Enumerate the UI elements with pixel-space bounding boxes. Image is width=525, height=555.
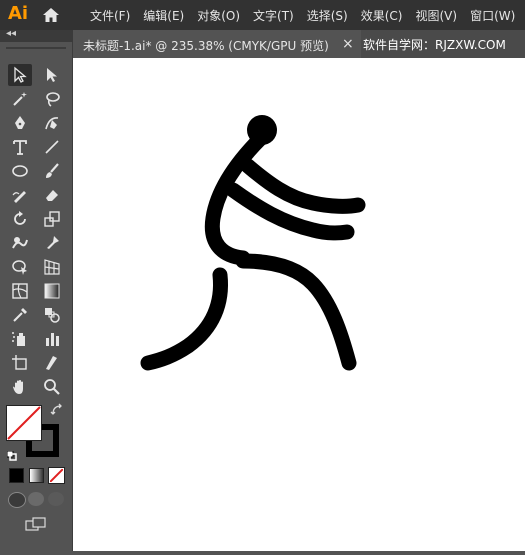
gradient-mode-button[interactable] bbox=[29, 468, 44, 483]
perspective-grid-icon[interactable] bbox=[40, 256, 64, 278]
artboard-canvas[interactable] bbox=[73, 58, 525, 551]
upper-arm-stroke bbox=[240, 158, 366, 214]
hand-icon[interactable] bbox=[8, 376, 32, 398]
app-logo: Ai bbox=[8, 3, 29, 24]
shaper-icon[interactable] bbox=[8, 184, 32, 206]
blend-icon[interactable] bbox=[40, 304, 64, 326]
shape-builder-icon[interactable] bbox=[8, 256, 32, 278]
slice-icon[interactable] bbox=[40, 352, 64, 374]
none-mode-button[interactable] bbox=[48, 467, 65, 484]
stick-figure-artwork[interactable] bbox=[73, 58, 525, 551]
gradient-icon[interactable] bbox=[40, 280, 64, 302]
symbol-sprayer-icon[interactable] bbox=[8, 328, 32, 350]
fill-swatch[interactable] bbox=[6, 405, 42, 441]
rotate-icon[interactable] bbox=[8, 208, 32, 230]
line-segment-icon[interactable] bbox=[40, 136, 64, 158]
draw-behind-icon[interactable] bbox=[28, 492, 44, 506]
menu-effect[interactable]: 效果(C) bbox=[361, 7, 403, 24]
ellipse-icon[interactable] bbox=[8, 160, 32, 182]
lasso-icon[interactable] bbox=[40, 88, 64, 110]
screen-mode-icon[interactable] bbox=[25, 516, 47, 531]
menu-object[interactable]: 对象(O) bbox=[197, 7, 240, 24]
document-tab[interactable]: 未标题-1.ai* @ 235.38% (CMYK/GPU 预览) × bbox=[73, 30, 361, 58]
leg-left-stroke bbox=[140, 267, 229, 371]
collapse-icon[interactable]: ◂◂ bbox=[6, 28, 16, 39]
toolbar-grip[interactable]: ◂◂ bbox=[0, 28, 73, 42]
eraser-icon[interactable] bbox=[40, 184, 64, 206]
close-icon[interactable]: × bbox=[342, 36, 354, 52]
head-shape bbox=[247, 115, 277, 145]
toolbar-divider bbox=[6, 47, 66, 49]
draw-inside-icon[interactable] bbox=[48, 492, 64, 506]
artboard-icon[interactable] bbox=[8, 352, 32, 374]
type-icon[interactable] bbox=[8, 136, 32, 158]
draw-normal-icon[interactable] bbox=[8, 492, 26, 508]
swap-fill-stroke-icon[interactable] bbox=[50, 403, 64, 420]
menu-bar: Ai 文件(F) 编辑(E) 对象(O) 文字(T) 选择(S) 效果(C) 视… bbox=[0, 0, 525, 30]
tools-panel: ◂◂ bbox=[0, 28, 73, 551]
direct-selection-icon[interactable] bbox=[40, 64, 64, 86]
puppet-warp-icon[interactable] bbox=[40, 232, 64, 254]
default-fill-stroke-icon[interactable] bbox=[6, 446, 17, 461]
selection-icon[interactable] bbox=[8, 64, 32, 86]
eyedropper-icon[interactable] bbox=[8, 304, 32, 326]
menu-type[interactable]: 文字(T) bbox=[253, 7, 294, 24]
magic-wand-icon[interactable] bbox=[8, 88, 32, 110]
color-mode-button[interactable] bbox=[9, 468, 24, 483]
zoom-icon[interactable] bbox=[40, 376, 64, 398]
scale-icon[interactable] bbox=[40, 208, 64, 230]
menu-view[interactable]: 视图(V) bbox=[415, 7, 457, 24]
leg-right-stroke bbox=[235, 253, 357, 371]
warp-icon[interactable] bbox=[8, 232, 32, 254]
menu-window[interactable]: 窗口(W) bbox=[470, 7, 515, 24]
document-tab-bar: 未标题-1.ai* @ 235.38% (CMYK/GPU 预览) × 软件自学… bbox=[73, 30, 525, 58]
pen-icon[interactable] bbox=[8, 112, 32, 134]
column-graph-icon[interactable] bbox=[40, 328, 64, 350]
home-icon[interactable] bbox=[42, 7, 60, 23]
menu-select[interactable]: 选择(S) bbox=[307, 7, 348, 24]
menu-file[interactable]: 文件(F) bbox=[90, 7, 130, 24]
brand-watermark: 软件自学网：RJZXW.COM bbox=[363, 38, 506, 52]
paintbrush-icon[interactable] bbox=[40, 160, 64, 182]
menu-edit[interactable]: 编辑(E) bbox=[143, 7, 184, 24]
document-tab-title: 未标题-1.ai* @ 235.38% (CMYK/GPU 预览) bbox=[83, 39, 329, 53]
mesh-icon[interactable] bbox=[8, 280, 32, 302]
curvature-icon[interactable] bbox=[40, 112, 64, 134]
